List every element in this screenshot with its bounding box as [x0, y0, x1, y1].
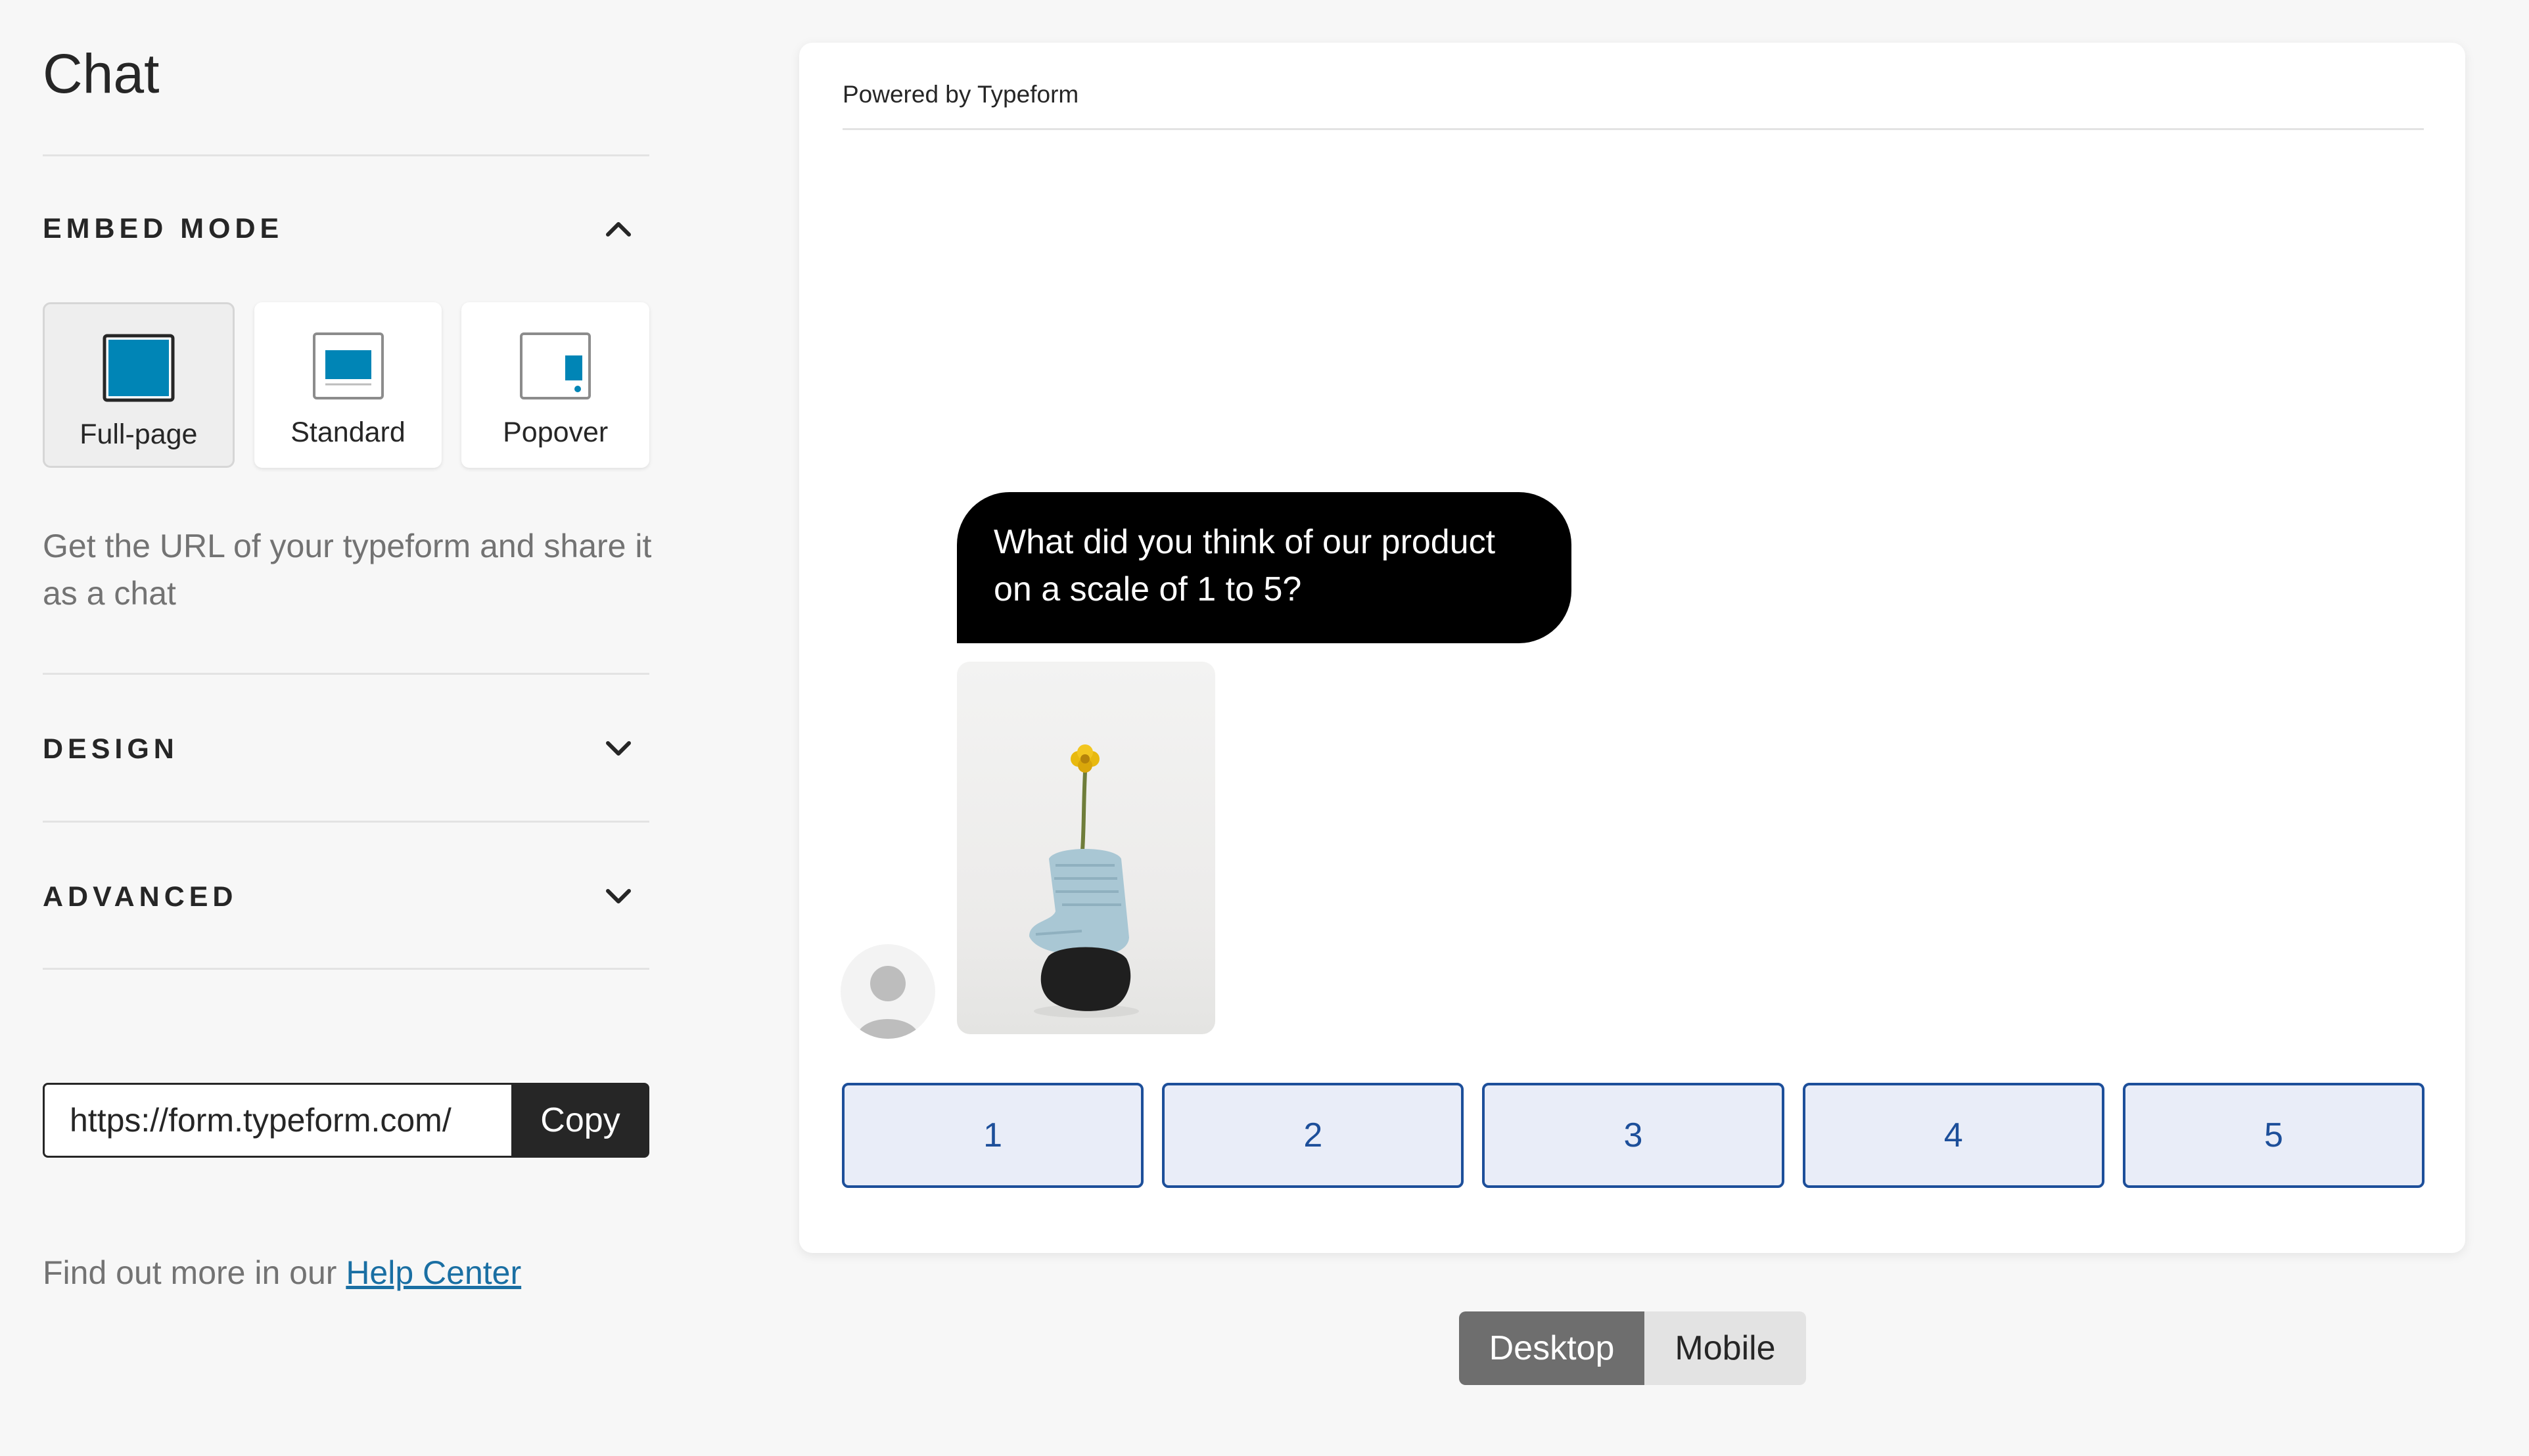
design-label: DESIGN [43, 733, 179, 765]
embed-mode-description: Get the URL of your typeform and share i… [43, 528, 652, 612]
standard-icon [312, 330, 384, 402]
embed-mode-full-page[interactable]: Full-page [43, 302, 235, 468]
chevron-down-icon [602, 880, 635, 913]
advanced-section-header[interactable]: ADVANCED [43, 867, 649, 926]
chevron-down-icon [602, 733, 635, 765]
popover-icon [519, 330, 592, 402]
full-page-icon [103, 332, 175, 404]
question-bubble: What did you think of our product on a s… [957, 492, 1571, 643]
product-image [957, 662, 1215, 1034]
divider [43, 154, 649, 156]
divider [43, 673, 649, 675]
desktop-toggle-button[interactable]: Desktop [1459, 1311, 1644, 1385]
copy-button[interactable]: Copy [511, 1083, 649, 1158]
rating-option[interactable]: 3 [1482, 1083, 1784, 1188]
rating-options: 1 2 3 4 5 [842, 1083, 2425, 1188]
divider [843, 128, 2424, 130]
embed-mode-label: Full-page [80, 419, 198, 450]
rating-option[interactable]: 1 [842, 1083, 1144, 1188]
rating-option[interactable]: 5 [2122, 1083, 2425, 1188]
embed-mode-standard[interactable]: Standard [254, 302, 442, 468]
embed-mode-options: Full-page Standard Popover [43, 302, 650, 468]
divider [43, 968, 649, 970]
divider [43, 821, 649, 823]
embed-mode-section-header[interactable]: EMBED MODE [43, 199, 649, 258]
rating-option[interactable]: 4 [1802, 1083, 2104, 1188]
chevron-up-icon [602, 212, 635, 245]
rating-option[interactable]: 2 [1162, 1083, 1464, 1188]
page-title: Chat [43, 43, 160, 104]
embed-mode-popover[interactable]: Popover [461, 302, 650, 468]
help-prefix: Find out more in our [43, 1254, 346, 1291]
mobile-toggle-button[interactable]: Mobile [1644, 1311, 1806, 1385]
help-text: Find out more in our Help Center [43, 1254, 521, 1292]
avatar [841, 944, 935, 1039]
chat-preview-card: Powered by Typeform What did you think o… [799, 43, 2465, 1253]
help-center-link[interactable]: Help Center [346, 1254, 521, 1291]
share-url-group: Copy [43, 1083, 649, 1158]
device-toggle: Desktop Mobile [1459, 1311, 1806, 1385]
powered-by-label: Powered by Typeform [843, 81, 1079, 108]
design-section-header[interactable]: DESIGN [43, 719, 649, 779]
embed-mode-label: Standard [290, 417, 406, 448]
embed-mode-label: Popover [503, 417, 609, 448]
advanced-label: ADVANCED [43, 880, 238, 913]
share-url-input[interactable] [43, 1083, 511, 1158]
embed-mode-label: EMBED MODE [43, 212, 284, 244]
